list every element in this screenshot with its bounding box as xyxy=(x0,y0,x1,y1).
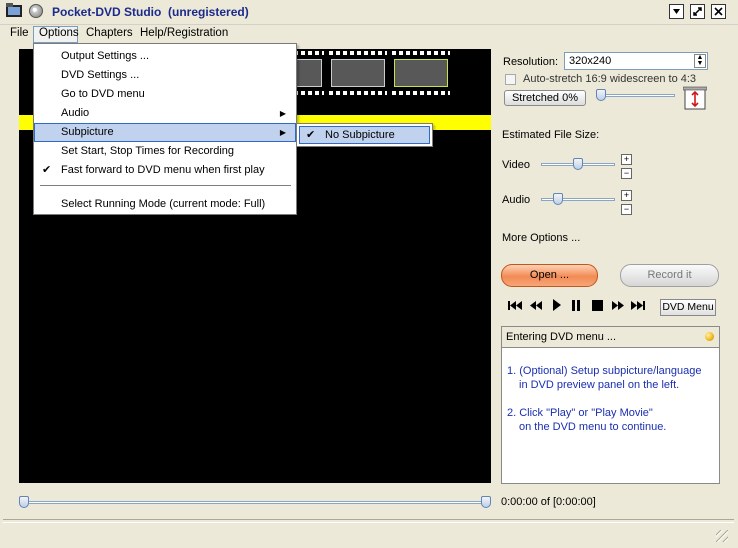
menu-item-output-settings[interactable]: Output Settings ... xyxy=(34,47,296,66)
autostretch-label: Auto-stretch 16:9 widescreen to 4:3 xyxy=(523,73,697,85)
resolution-select[interactable]: 320x240 ▲ ▼ xyxy=(564,52,708,70)
title-bar: Pocket-DVD Studio (unregistered) xyxy=(0,0,738,25)
audio-quality-thumb[interactable] xyxy=(553,193,563,205)
window-title: Pocket-DVD Studio (unregistered) xyxy=(52,5,249,19)
restore-icon xyxy=(693,7,702,16)
menu-chapters[interactable]: Chapters xyxy=(86,27,133,39)
chevron-right-icon: ▶ xyxy=(279,109,286,118)
timeline-slider[interactable] xyxy=(21,501,489,504)
submenu-item-label: No Subpicture xyxy=(325,129,395,141)
open-button[interactable]: Open ... xyxy=(501,264,598,287)
menu-item-label: Set Start, Stop Times for Recording xyxy=(61,145,235,157)
menu-item-subpicture[interactable]: Subpicture ▶ xyxy=(34,123,296,142)
play-icon[interactable] xyxy=(552,299,561,311)
autostretch-checkbox[interactable] xyxy=(505,74,516,85)
menu-item-label: Subpicture xyxy=(61,126,114,138)
resolution-value: 320x240 xyxy=(569,55,612,67)
status-led-icon xyxy=(705,332,714,341)
resolution-label: Resolution: xyxy=(503,56,559,68)
rewind-icon[interactable] xyxy=(530,300,542,311)
audio-decrease-button[interactable]: − xyxy=(621,204,632,215)
instruction-line: 1. (Optional) Setup subpicture/language xyxy=(507,365,702,377)
instruction-line: in DVD preview panel on the left. xyxy=(519,379,680,391)
disc-icon xyxy=(29,4,43,18)
menu-item-label: Output Settings ... xyxy=(61,50,150,62)
status-header: Entering DVD menu ... xyxy=(502,327,719,348)
video-increase-button[interactable]: + xyxy=(621,154,632,165)
menu-item-go-to-dvd-menu[interactable]: Go to DVD menu xyxy=(34,85,296,104)
instruction-line: on the DVD menu to continue. xyxy=(519,421,667,433)
status-panel: Entering DVD menu ... 1. (Optional) Setu… xyxy=(501,326,720,484)
audio-quality-label: Audio xyxy=(502,194,531,206)
pause-icon[interactable] xyxy=(571,300,581,311)
stretch-slider[interactable] xyxy=(597,94,675,97)
spinner-icon: ▲ ▼ xyxy=(694,54,706,68)
chevron-right-icon: ▶ xyxy=(279,128,286,137)
stretched-button[interactable]: Stretched 0% xyxy=(504,90,586,106)
menu-item-label: Fast forward to DVD menu when first play xyxy=(61,164,265,176)
last-icon[interactable] xyxy=(631,300,645,311)
menu-item-label: DVD Settings ... xyxy=(61,69,140,81)
chevron-down-icon xyxy=(673,9,680,14)
menu-bar: File Options Chapters Help/Registration xyxy=(0,25,738,43)
menu-options[interactable]: Options xyxy=(39,27,79,39)
menu-item-label: Select Running Mode (current mode: Full) xyxy=(61,198,266,210)
timeline-start-thumb[interactable] xyxy=(19,496,29,508)
menu-item-dvd-settings[interactable]: DVD Settings ... xyxy=(34,66,296,85)
subpicture-submenu: ✔ No Subpicture xyxy=(296,123,433,147)
stretch-slider-thumb[interactable] xyxy=(596,89,606,101)
menu-item-set-start-stop[interactable]: Set Start, Stop Times for Recording xyxy=(34,142,296,161)
record-button[interactable]: Record it xyxy=(620,264,719,287)
instruction-line: 2. Click "Play" or "Play Movie" xyxy=(507,407,653,419)
stop-icon[interactable] xyxy=(592,300,603,311)
checkmark-icon: ✔ xyxy=(306,129,316,141)
menu-item-running-mode[interactable]: Select Running Mode (current mode: Full) xyxy=(34,195,296,214)
options-dropdown: Output Settings ... DVD Settings ... Go … xyxy=(33,43,297,215)
menu-item-label: Audio xyxy=(61,107,90,119)
stretch-icon[interactable] xyxy=(683,86,707,112)
maximize-button[interactable] xyxy=(690,4,705,19)
film-frame-selected xyxy=(390,49,452,97)
audio-increase-button[interactable]: + xyxy=(621,190,632,201)
minimize-button[interactable] xyxy=(669,4,684,19)
forward-icon[interactable] xyxy=(612,300,624,311)
status-title: Entering DVD menu ... xyxy=(506,331,617,343)
video-quality-thumb[interactable] xyxy=(573,158,583,170)
resize-grip-icon[interactable] xyxy=(716,530,728,542)
menu-file[interactable]: File xyxy=(10,27,29,39)
menu-help-registration[interactable]: Help/Registration xyxy=(140,27,228,39)
checkmark-icon: ✔ xyxy=(42,164,52,176)
more-options-link[interactable]: More Options ... xyxy=(502,232,580,244)
video-decrease-button[interactable]: − xyxy=(621,168,632,179)
submenu-item-no-subpicture[interactable]: ✔ No Subpicture xyxy=(299,126,430,144)
timeline-end-thumb[interactable] xyxy=(481,496,491,508)
menu-item-audio[interactable]: Audio ▶ xyxy=(34,104,296,123)
dvd-menu-button[interactable]: DVD Menu xyxy=(660,299,716,316)
first-icon[interactable] xyxy=(508,300,522,311)
time-label: 0:00:00 of [0:00:00] xyxy=(501,496,596,508)
close-icon xyxy=(714,7,723,16)
menu-item-fast-forward[interactable]: ✔ Fast forward to DVD menu when first pla… xyxy=(34,161,296,180)
divider xyxy=(3,519,734,523)
video-quality-label: Video xyxy=(502,159,530,171)
film-frame xyxy=(327,49,389,97)
app-icon xyxy=(6,3,22,17)
menu-separator xyxy=(40,185,291,186)
menu-item-label: Go to DVD menu xyxy=(61,88,145,100)
estimated-size-label: Estimated File Size: xyxy=(502,129,600,141)
close-button[interactable] xyxy=(711,4,726,19)
